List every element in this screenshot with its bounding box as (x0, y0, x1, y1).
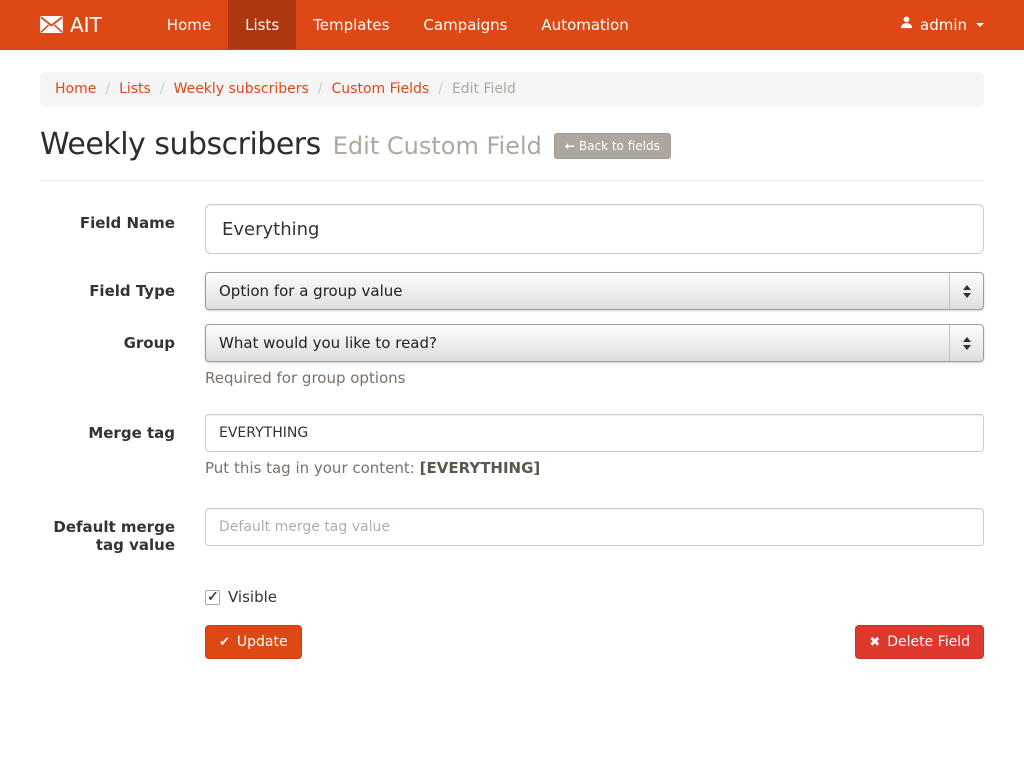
default-merge-tag-label: Default merge tag value (40, 508, 205, 554)
field-name-input[interactable] (205, 204, 984, 254)
breadcrumb-separator: / (96, 81, 119, 97)
merge-tag-help-text: Put this tag in your content: [EVERYTHIN… (205, 459, 984, 477)
edit-field-form: Field Name Field Type Option for a group… (40, 204, 984, 659)
field-name-row: Field Name (40, 204, 984, 254)
page-subtitle: Edit Custom Field (333, 132, 542, 160)
breadcrumb-separator: / (309, 81, 332, 97)
delete-field-button[interactable]: ✖Delete Field (855, 625, 984, 659)
visible-checkbox-label[interactable]: Visible (228, 588, 277, 606)
check-icon: ✔ (219, 635, 230, 650)
breadcrumb-lists[interactable]: Lists (119, 81, 151, 97)
breadcrumb-home[interactable]: Home (55, 81, 96, 97)
nav-item-automation[interactable]: Automation (524, 0, 645, 49)
field-type-selected-value: Option for a group value (219, 282, 949, 300)
nav-item-home[interactable]: Home (150, 0, 228, 49)
default-merge-tag-row: Default merge tag value (40, 508, 984, 554)
user-icon (899, 15, 914, 34)
breadcrumb-current: Edit Field (452, 81, 516, 97)
navbar: AIT Home Lists Templates Campaigns Autom… (0, 0, 1024, 50)
group-label: Group (40, 324, 205, 387)
select-arrows-icon (949, 325, 983, 361)
group-select[interactable]: What would you like to read? (205, 324, 984, 362)
field-name-label: Field Name (40, 204, 205, 254)
field-type-row: Field Type Option for a group value (40, 272, 984, 310)
user-menu[interactable]: admin (899, 15, 984, 34)
select-arrows-icon (949, 273, 983, 309)
nav-item-lists[interactable]: Lists (228, 0, 296, 49)
visible-checkbox[interactable] (205, 590, 220, 605)
merge-tag-input[interactable] (205, 414, 984, 452)
back-to-fields-button[interactable]: ←Back to fields (554, 133, 671, 159)
header-divider (40, 180, 984, 181)
brand-label: AIT (70, 13, 102, 37)
x-icon: ✖ (869, 635, 880, 650)
envelope-icon (40, 16, 63, 33)
default-merge-tag-input[interactable] (205, 508, 984, 546)
form-actions-row: ✔Update ✖Delete Field (40, 625, 984, 659)
user-label: admin (920, 16, 967, 34)
breadcrumb-weekly-subscribers[interactable]: Weekly subscribers (174, 81, 309, 97)
merge-tag-token: [EVERYTHING] (420, 459, 541, 477)
field-type-select[interactable]: Option for a group value (205, 272, 984, 310)
merge-tag-row: Merge tag Put this tag in your content: … (40, 414, 984, 477)
update-button[interactable]: ✔Update (205, 625, 302, 659)
nav-item-templates[interactable]: Templates (296, 0, 406, 49)
page-title: Weekly subscribers (40, 127, 321, 162)
merge-tag-label: Merge tag (40, 414, 205, 477)
group-help-text: Required for group options (205, 369, 984, 387)
visible-row: Visible (40, 588, 984, 606)
breadcrumb-separator: / (151, 81, 174, 97)
breadcrumb: Home / Lists / Weekly subscribers / Cust… (40, 72, 984, 106)
group-row: Group What would you like to read? Requi… (40, 324, 984, 387)
nav-item-campaigns[interactable]: Campaigns (406, 0, 524, 49)
brand[interactable]: AIT (40, 0, 102, 49)
field-type-label: Field Type (40, 272, 205, 310)
breadcrumb-separator: / (429, 81, 452, 97)
chevron-down-icon (976, 23, 984, 27)
arrow-left-icon: ← (565, 139, 575, 153)
nav-items: Home Lists Templates Campaigns Automatio… (150, 0, 646, 49)
breadcrumb-custom-fields[interactable]: Custom Fields (332, 81, 430, 97)
group-selected-value: What would you like to read? (219, 334, 949, 352)
